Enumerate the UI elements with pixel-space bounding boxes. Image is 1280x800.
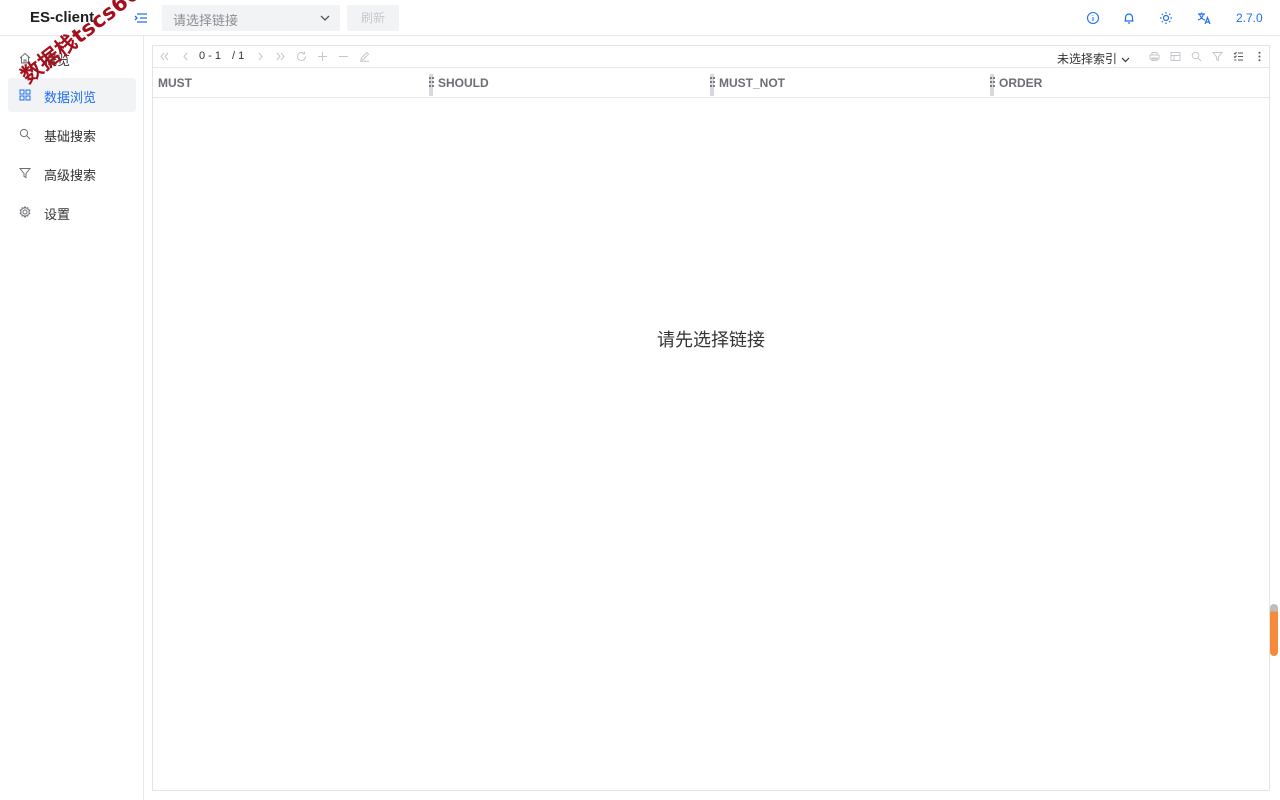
gear-icon [19,206,31,218]
next-page-icon[interactable] [255,51,266,62]
drag-handle-icon[interactable] [710,77,716,89]
table-toolbar: 0 - 1 / 1 未选择索引 [153,46,1269,67]
empty-state-message: 请先选择链接 [657,330,765,350]
sidebar-item-label: 概览 [44,53,71,68]
app-title: ES-client [30,9,95,26]
drag-handle-icon[interactable] [429,77,435,89]
sidebar-item-label: 数据浏览 [44,90,97,105]
connection-select[interactable]: 请选择链接 [162,5,340,31]
table-view-icon[interactable] [1170,51,1181,62]
sidebar-item-label: 基础搜索 [44,129,97,144]
sidebar: 概览 数据浏览 基础搜索 高级搜索 设置 [0,36,144,800]
sidebar-item-data-browse[interactable]: 数据浏览 [8,78,136,112]
sidebar-item-label: 设置 [44,207,71,222]
column-settings-icon[interactable] [1233,51,1244,62]
menu-collapse-icon[interactable] [134,11,148,25]
table-header: MUST SHOULD MUST_NOT ORDER [153,67,1269,98]
column-header-label: MUST [158,76,192,90]
zoom-icon[interactable] [1191,51,1202,62]
prev-page-icon[interactable] [180,51,191,62]
chevron-down-icon [320,15,330,21]
add-icon[interactable] [317,51,328,62]
grid-icon [19,89,31,101]
connection-select-placeholder: 请选择链接 [173,13,239,28]
column-header-label: ORDER [999,76,1043,90]
version-label[interactable]: 2.7.0 [1236,11,1263,25]
filter-icon [19,168,31,179]
info-icon[interactable] [1086,11,1100,25]
reload-icon[interactable] [296,51,307,62]
sidebar-item-advanced-search[interactable]: 高级搜索 [8,156,136,190]
column-header-label: SHOULD [438,76,489,90]
filter-icon[interactable] [1212,51,1223,62]
index-select[interactable]: 未选择索引 [1057,50,1130,67]
floating-scroll-widget[interactable] [1270,604,1278,656]
sidebar-item-settings[interactable]: 设置 [8,195,136,229]
refresh-button[interactable]: 刷新 [347,5,399,31]
bell-icon[interactable] [1122,11,1136,25]
search-icon [19,128,31,140]
home-icon [19,52,31,64]
sun-icon[interactable] [1159,11,1173,25]
top-header: ES-client 请选择链接 刷新 2.7.0 [0,0,1280,36]
column-header-must[interactable]: MUST [158,68,192,98]
drag-handle-icon[interactable] [990,77,996,89]
remove-icon[interactable] [338,51,349,62]
edit-icon[interactable] [359,51,370,62]
print-icon[interactable] [1149,51,1160,62]
last-page-icon[interactable] [275,51,286,62]
sidebar-item-basic-search[interactable]: 基础搜索 [8,117,136,151]
more-vertical-icon[interactable] [1254,51,1265,62]
chevron-down-icon [1121,57,1130,63]
first-page-icon[interactable] [159,51,170,62]
sidebar-item-overview[interactable]: 概览 [8,41,136,75]
column-header-label: MUST_NOT [719,76,785,90]
data-browse-panel: 0 - 1 / 1 未选择索引 MUST SHOULD MUST_NOT ORD… [152,45,1270,791]
page-range: 0 - 1 [199,50,222,62]
translate-icon[interactable] [1197,11,1211,25]
page-total: / 1 [232,50,245,62]
index-select-placeholder: 未选择索引 [1057,52,1118,66]
column-header-must-not[interactable]: MUST_NOT [710,68,785,98]
sidebar-item-label: 高级搜索 [44,168,97,183]
column-header-should[interactable]: SHOULD [429,68,489,98]
column-header-order[interactable]: ORDER [990,68,1043,98]
